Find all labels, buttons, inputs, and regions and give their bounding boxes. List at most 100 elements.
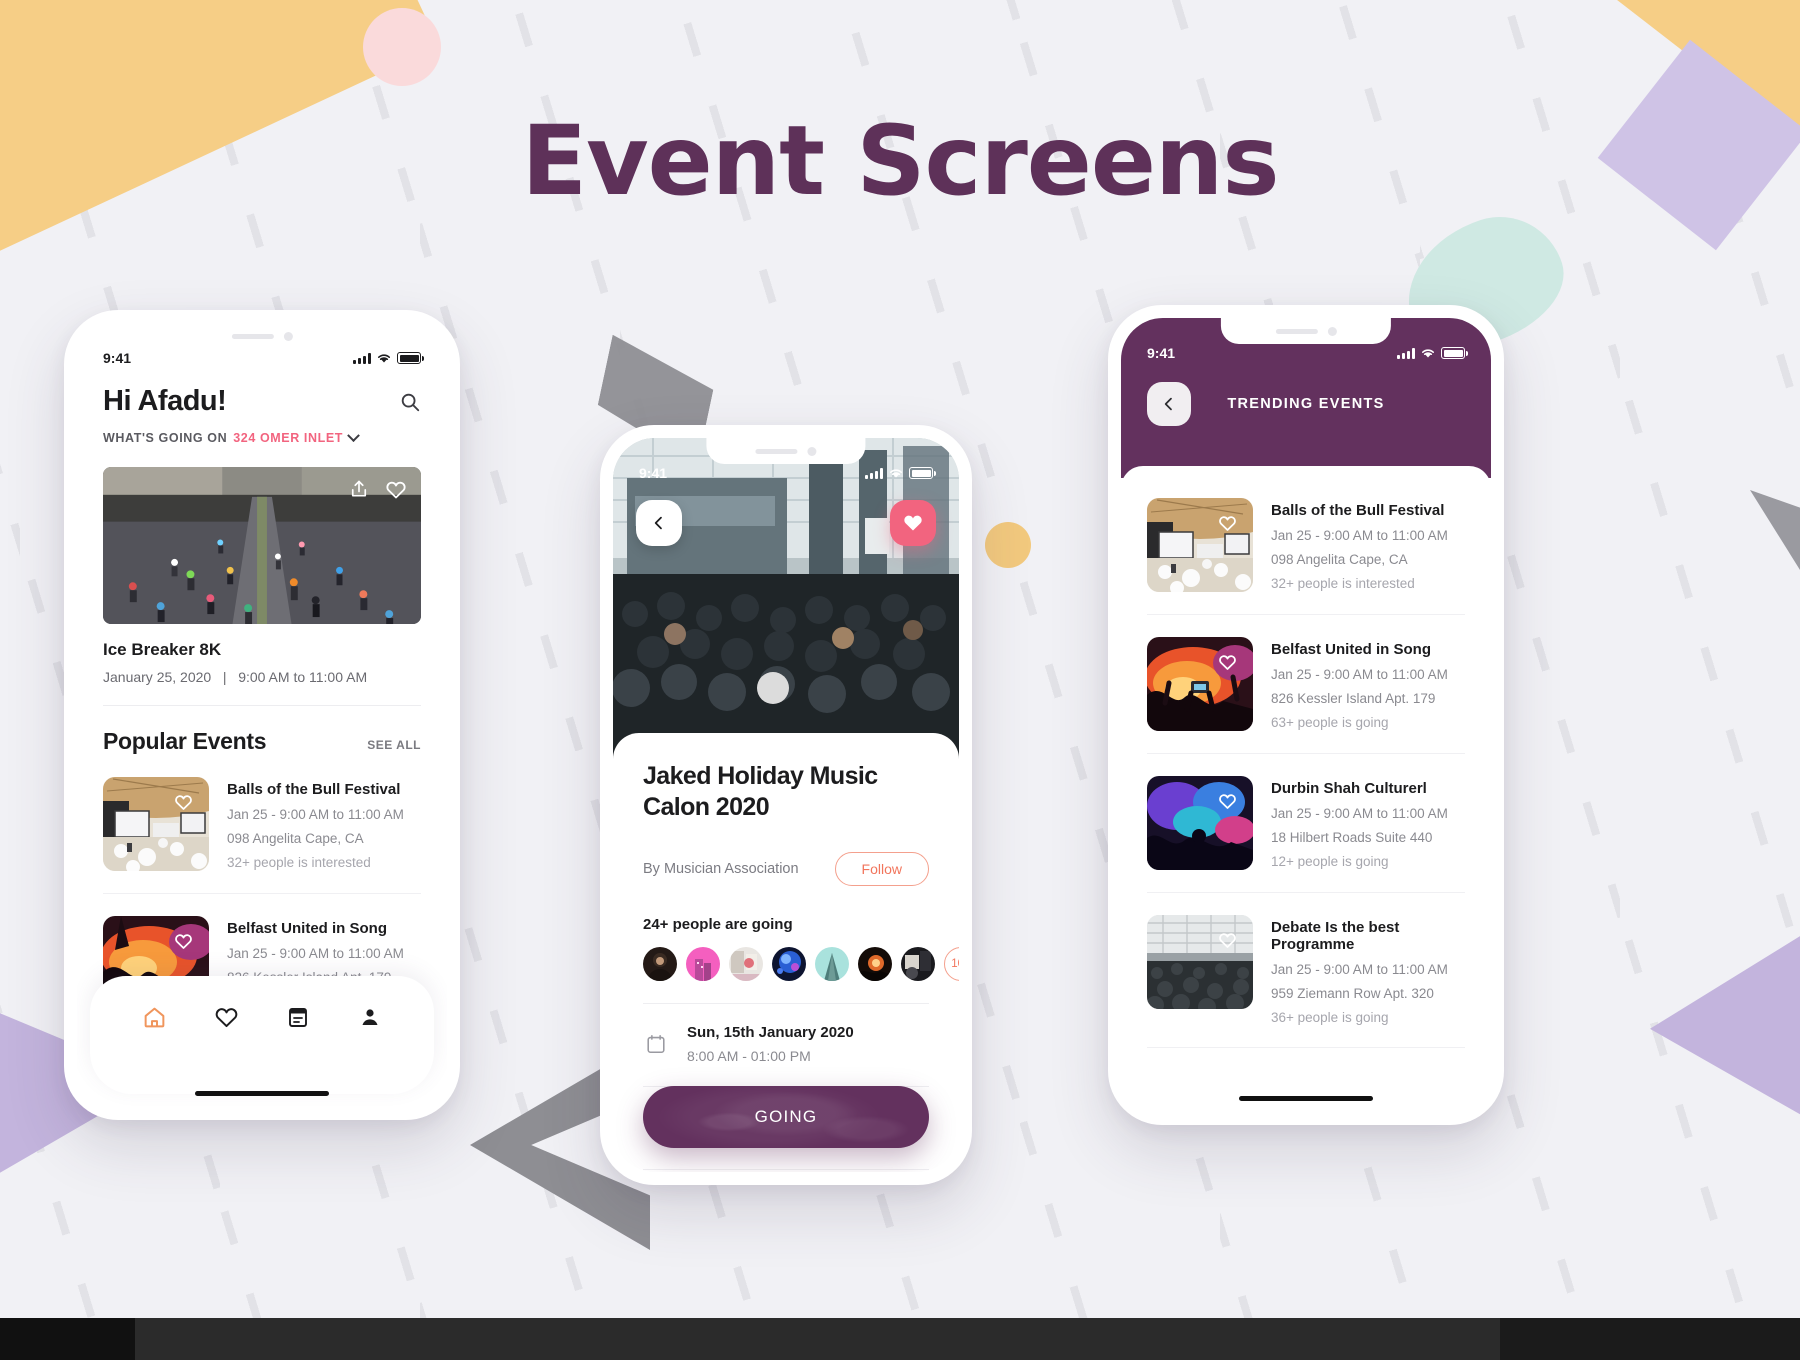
event-datetime: Jan 25 - 9:00 AM to 11:00 AM [227,807,404,822]
back-button[interactable] [636,500,682,546]
event-address: 098 Angelita Cape, CA [227,831,364,846]
phone-mockup-event-detail: 9:41 Jaked Holiday Music Calon 2020 By M… [600,425,972,1185]
heart-icon[interactable] [174,793,193,812]
featured-time: 9:00 AM to 11:00 AM [238,669,368,685]
heart-icon[interactable] [174,932,193,951]
tab-favorites[interactable] [211,1002,241,1032]
speaker-icon [1275,328,1318,334]
table-row[interactable]: Durbin Shah Culturerl Jan 25 - 9:00 AM t… [1147,776,1465,870]
event-attendance: 32+ people is interested [227,855,371,870]
table-row[interactable]: Debate Is the best Programme Jan 25 - 9:… [1147,915,1465,1025]
event-hero-photo [613,438,959,778]
tab-calendar[interactable] [283,1002,313,1032]
detail-divider [643,1002,929,1004]
heart-icon[interactable] [1218,653,1237,672]
event-name: Balls of the Bull Festival [227,781,401,798]
status-time: 9:41 [639,465,668,481]
table-row[interactable]: Balls of the Bull Festival Jan 25 - 9:00… [1147,498,1465,592]
favorite-button[interactable] [890,500,936,546]
avatar[interactable] [643,946,677,981]
featured-event-meta: January 25, 2020 | 9:00 AM to 11:00 AM [103,669,421,685]
avatar[interactable] [815,946,849,981]
event-address: 959 Ziemann Row Apt. 320 [1271,986,1434,1001]
event-title: Jaked Holiday Music Calon 2020 [643,762,878,822]
event-thumbnail [1147,915,1253,1009]
section-divider [103,705,421,706]
event-date-text: Sun, 15th January 2020 8:00 AM - 01:00 P… [687,1024,854,1064]
page-title: Event Screens [521,105,1279,217]
heart-icon [904,515,922,531]
concert-photo [1147,637,1253,731]
location-selector[interactable]: WHAT'S GOING ON 324 OMER INLET [103,428,421,445]
event-attendance: 36+ people is going [1271,1010,1389,1025]
event-datetime: Jan 25 - 9:00 AM to 11:00 AM [1271,962,1448,977]
heart-icon[interactable] [1218,514,1237,533]
conference-hall-photo [1147,498,1253,592]
cellular-bars-icon [1397,347,1415,359]
event-date-sub: 8:00 AM - 01:00 PM [687,1047,811,1064]
organizer-row: By Musician Association Follow [643,851,929,886]
event-name: Balls of the Bull Festival [1271,502,1445,519]
event-info: Balls of the Bull Festival Jan 25 - 9:00… [1271,498,1448,592]
event-date-row: Sun, 15th January 2020 8:00 AM - 01:00 P… [643,1024,929,1064]
avatar[interactable] [858,946,892,981]
featured-event-title: Ice Breaker 8K [103,640,222,659]
tab-profile[interactable] [355,1002,385,1032]
battery-icon [397,352,424,364]
list-divider [1147,753,1465,754]
status-time: 9:41 [1147,345,1176,361]
avatar[interactable] [901,946,935,981]
home-icon [144,1007,164,1027]
share-icon[interactable] [349,479,369,499]
event-attendance: 32+ people is interested [1271,576,1415,591]
event-address: 826 Kessler Island Apt. 179 [1271,691,1436,706]
event-thumbnail [1147,776,1253,870]
calendar-icon [289,1008,307,1027]
going-button[interactable]: GOING [643,1086,929,1148]
event-datetime: Jan 25 - 9:00 AM to 11:00 AM [1271,667,1448,682]
popular-events-header: Popular Events SEE ALL [103,728,421,755]
subline-prefix: WHAT'S GOING ON [103,431,228,445]
table-row[interactable]: Belfast United in Song Jan 25 - 9:00 AM … [1147,637,1465,731]
event-name: Debate Is the best Programme [1271,919,1400,953]
list-item[interactable]: Balls of the Bull Festival Jan 25 - 9:00… [103,777,421,871]
search-icon[interactable] [399,391,421,413]
tab-home[interactable] [139,1002,169,1032]
chevron-down-icon[interactable] [347,428,360,442]
battery-icon [1441,347,1468,359]
event-name: Belfast United in Song [1271,641,1432,658]
calendar-icon [643,1031,669,1057]
status-indicators [865,467,936,479]
event-attendance: 12+ people is going [1271,854,1389,869]
featured-event-image[interactable] [103,467,421,624]
avatar[interactable] [729,946,763,981]
person-icon [362,1009,378,1025]
greeting-text: Hi Afadu! [103,385,227,417]
event-info: Durbin Shah Culturerl Jan 25 - 9:00 AM t… [1271,776,1448,870]
camera-icon [1327,326,1337,336]
heart-icon[interactable] [1218,931,1237,950]
trending-navbar: TRENDING EVENTS [1121,380,1491,428]
cellular-bars-icon [865,467,883,479]
going-count: 24+ people are going [643,915,793,933]
organizer-name: By Musician Association [643,860,799,877]
heart-icon[interactable] [385,479,407,501]
shape-yellow-circle [985,522,1031,568]
back-button[interactable] [1147,382,1191,426]
avatar[interactable] [686,946,720,981]
see-all-link[interactable]: SEE ALL [367,738,421,752]
list-divider [103,893,421,894]
heart-icon [215,1007,237,1027]
follow-button[interactable]: Follow [834,851,929,886]
status-time: 9:41 [103,350,132,366]
event-date-main: Sun, 15th January 2020 [687,1023,854,1041]
home-indicator [195,1091,329,1096]
phone1-screen: 9:41 Hi Afadu! WHAT'S GOING ON 324 OMER … [77,323,447,1107]
avatar-more-count[interactable]: 10+ [944,946,959,981]
event-datetime: Jan 25 - 9:00 AM to 11:00 AM [1271,528,1448,543]
page-greeting: Hi Afadu! [103,385,227,418]
heart-icon[interactable] [1218,792,1237,811]
avatar[interactable] [772,946,806,981]
bottom-black-bar [0,1318,135,1360]
page-title: TRENDING EVENTS [1227,396,1385,412]
